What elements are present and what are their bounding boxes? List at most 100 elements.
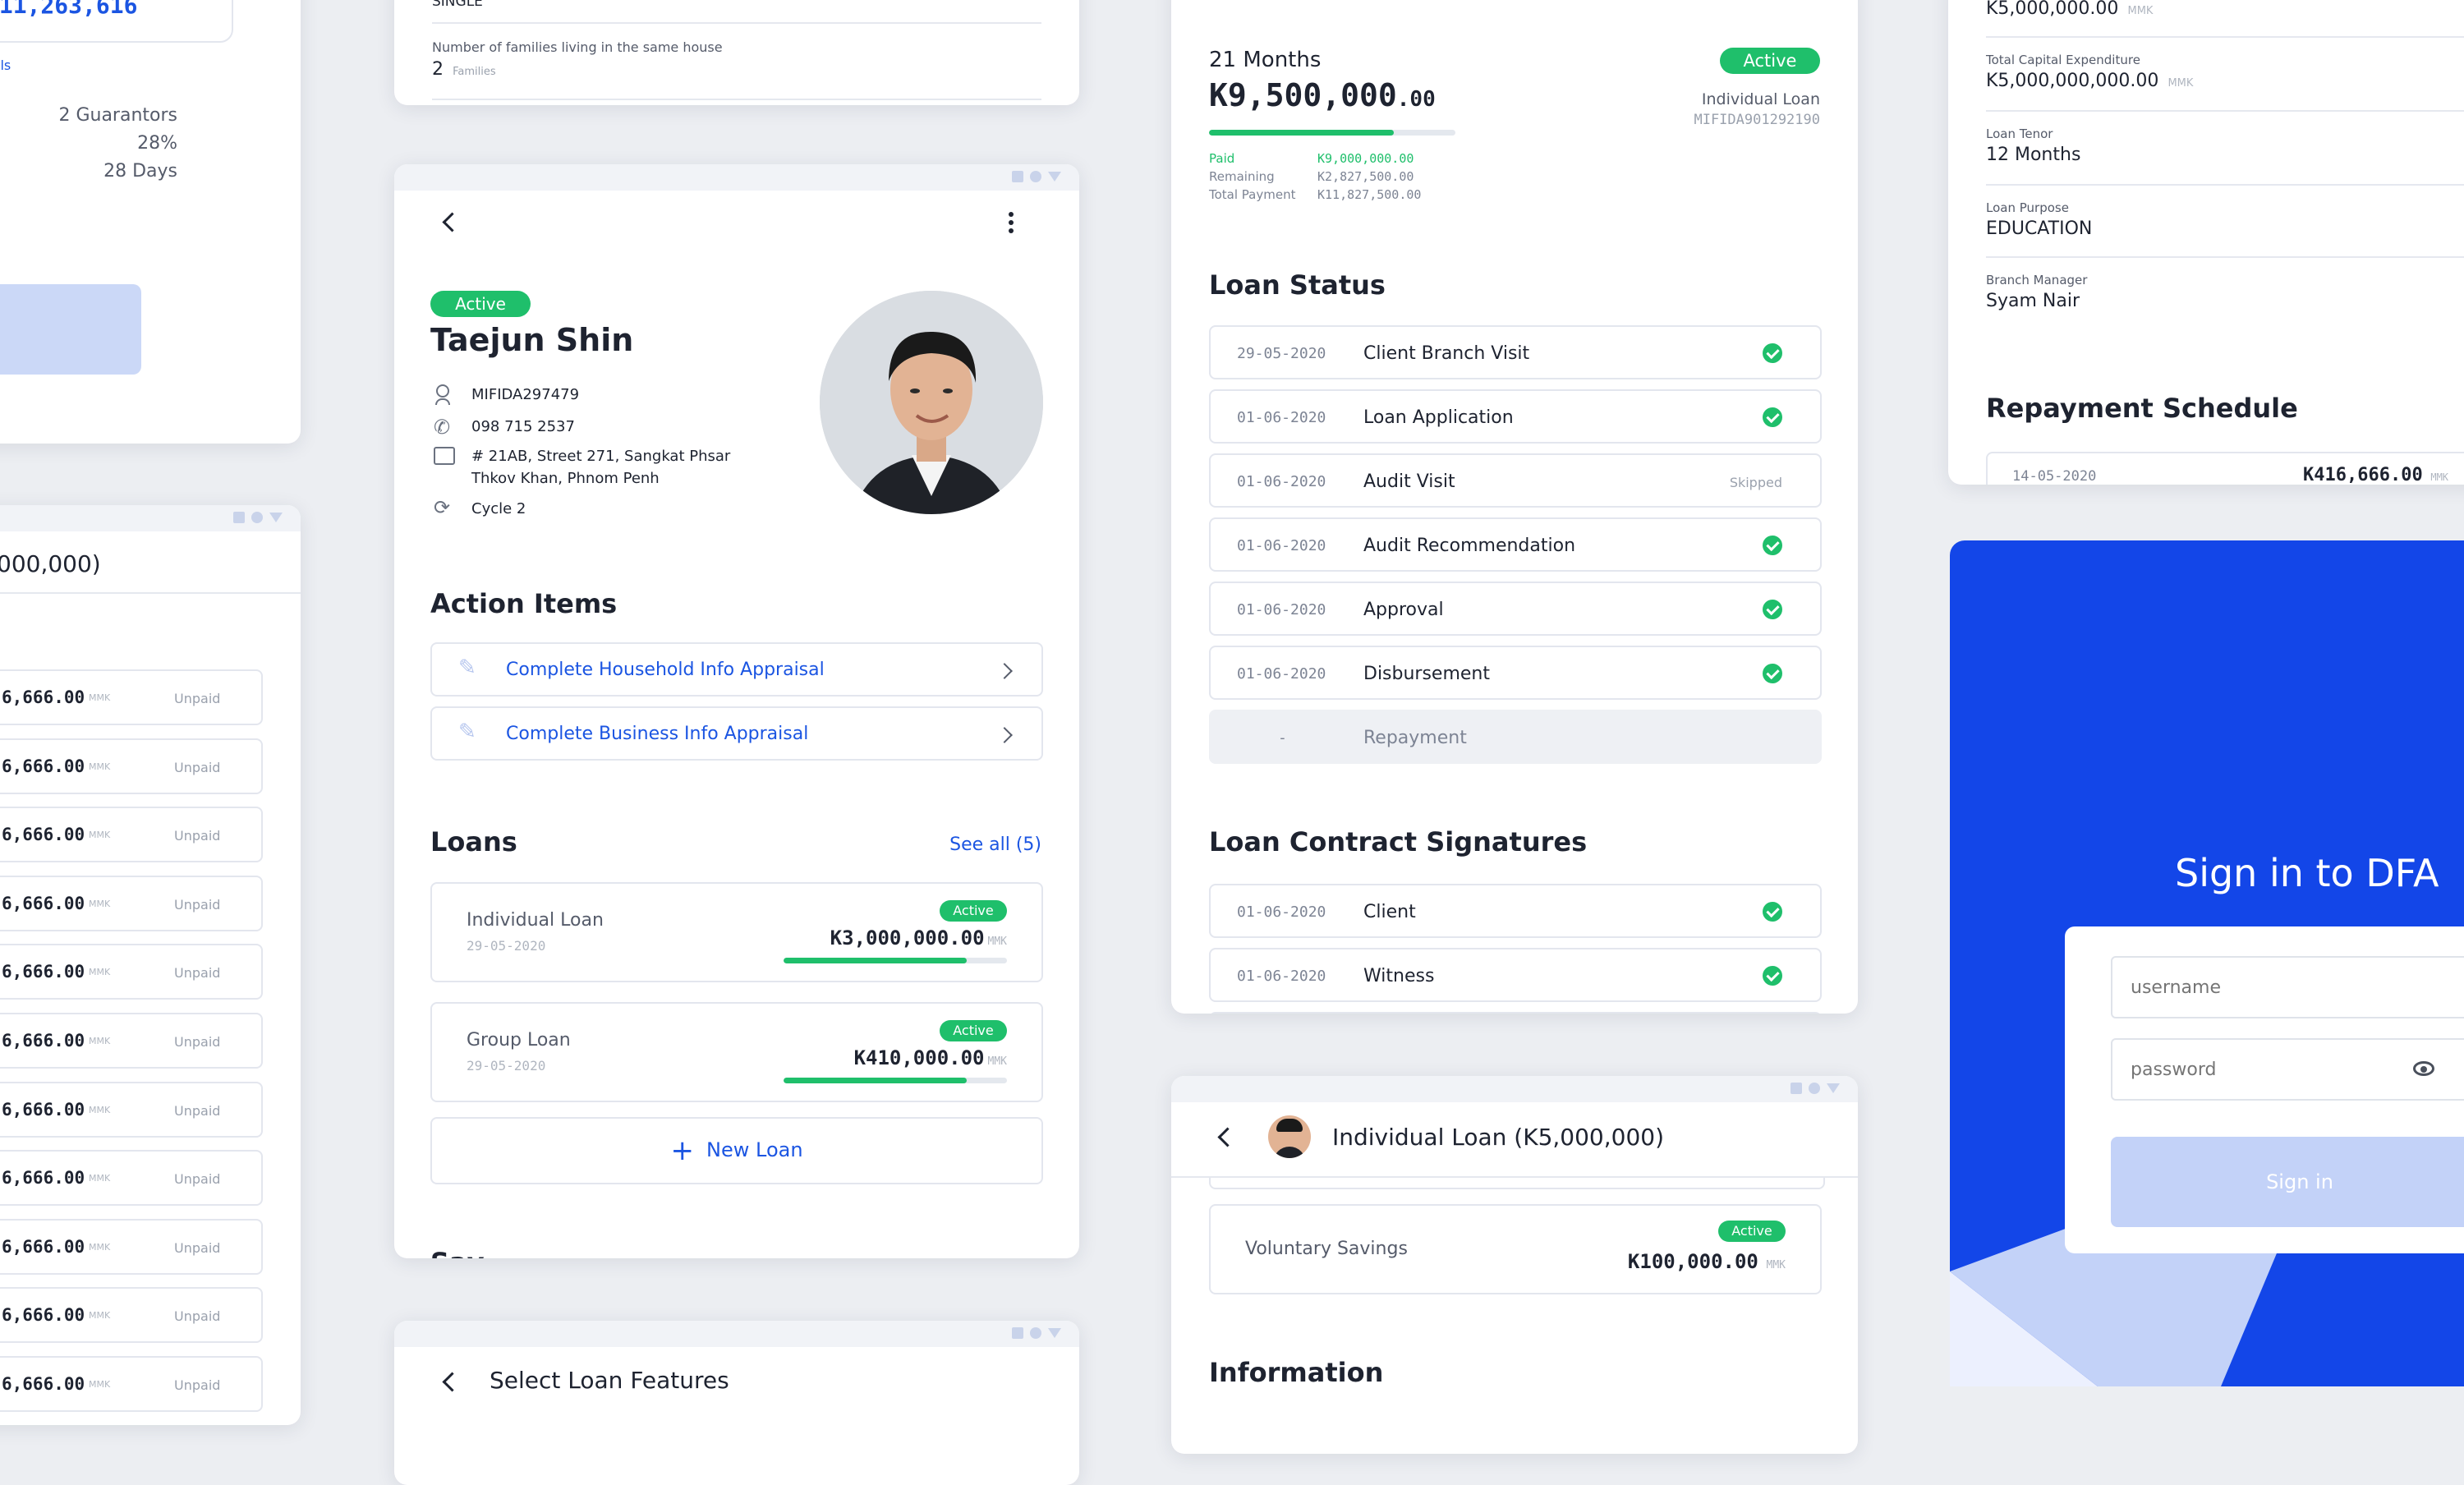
savings-label: Voluntary Savings — [1245, 1239, 1408, 1259]
savings-status: Active — [1718, 1221, 1786, 1242]
address-line2: Thkov Khan, Phnom Penh — [471, 470, 660, 487]
repayment-row[interactable]: 6,666.00 MMK Unpaid — [0, 807, 263, 863]
savings-value: K100,000.00 — [1627, 1250, 1758, 1273]
status-step[interactable]: 01-06-2020 Audit Recommendation — [1209, 517, 1822, 572]
row-amount: 6,666.00 — [2, 756, 85, 776]
step-label: Audit Visit — [1363, 471, 1455, 492]
action-item[interactable]: ✎ Complete Household Info Appraisal — [430, 642, 1043, 697]
new-loan-label: New Loan — [706, 1138, 803, 1161]
action-button[interactable] — [0, 284, 141, 375]
action-items-heading: Action Items — [430, 588, 618, 619]
status-step[interactable]: 01-06-2020 Loan Application — [1209, 389, 1822, 444]
person-icon — [435, 384, 450, 405]
signature-date: 01-06-2020 — [1237, 968, 1326, 985]
action-item-label: Complete Business Info Appraisal — [506, 724, 809, 744]
chevron-right-icon — [996, 727, 1013, 743]
client-id: MIFIDA297479 — [471, 386, 580, 403]
details-link[interactable]: ils — [0, 57, 11, 73]
username-input[interactable] — [2111, 956, 2464, 1018]
divider — [1986, 36, 2464, 38]
cut-row — [1209, 1012, 1822, 1014]
repayment-row[interactable]: 6,666.00 MMK Unpaid — [0, 1081, 263, 1138]
amount-cents: .00 — [1396, 87, 1436, 112]
check-icon — [1763, 536, 1782, 555]
eye-icon[interactable] — [2413, 1061, 2434, 1076]
status-step[interactable]: 01-06-2020 Disbursement — [1209, 646, 1822, 700]
check-icon — [1763, 407, 1782, 427]
row-currency: MMK — [89, 761, 111, 772]
signin-button[interactable]: Sign in — [2111, 1137, 2464, 1227]
schedule-row[interactable]: 14-05-2020 K416,666.00 MMK — [1986, 452, 2464, 485]
household-card: SINGLE Number of families living in the … — [394, 0, 1079, 105]
repayment-row[interactable]: 6,666.00 MMK Unpaid — [0, 1150, 263, 1207]
client-profile-card: Active Taejun Shin MIFIDA297479 ✆ 098 71… — [394, 164, 1079, 1258]
password-input[interactable] — [2111, 1038, 2464, 1101]
window-bar — [0, 505, 301, 531]
status-step[interactable]: - Repayment — [1209, 710, 1822, 764]
client-cycle: Cycle 2 — [471, 500, 526, 517]
row-status: Unpaid — [174, 896, 221, 913]
loan-status-badge: Active — [940, 900, 1007, 922]
paid-label: Paid — [1209, 151, 1235, 166]
repayment-row[interactable]: 6,666.00 MMK Unpaid — [0, 738, 263, 794]
progress-fill — [1209, 130, 1394, 136]
check-icon — [1763, 343, 1782, 363]
repayment-row[interactable]: 6,666.00 MMK Unpaid — [0, 875, 263, 931]
row-status: Unpaid — [174, 1102, 221, 1119]
loan-type: Individual Loan — [1701, 90, 1820, 108]
status-step[interactable]: 01-06-2020 Audit Visit Skipped — [1209, 453, 1822, 508]
more-options-icon[interactable] — [1009, 212, 1014, 233]
row-status: Unpaid — [174, 1239, 221, 1256]
families-value: 2 Families — [432, 59, 496, 80]
row-currency: MMK — [89, 1173, 111, 1184]
chevron-right-icon — [996, 663, 1013, 679]
back-icon[interactable] — [442, 1372, 462, 1392]
avatar-photo — [820, 291, 1043, 514]
loan-info-card: K5,000,000.00 MMK Total Capital Expendit… — [1948, 0, 2464, 485]
status-badge: Active — [1720, 48, 1820, 74]
loan-row[interactable]: Group Loan 29-05-2020 Active K410,000.00 MMK — [430, 1002, 1043, 1102]
window-bar — [394, 1321, 1079, 1347]
status-step[interactable]: 01-06-2020 Approval — [1209, 582, 1822, 636]
repayment-row[interactable]: 6,666.00 MMK Unpaid — [0, 1013, 263, 1069]
row-currency: MMK — [89, 1379, 111, 1390]
see-all-link[interactable]: See all (5) — [949, 834, 1041, 855]
back-icon[interactable] — [442, 212, 462, 232]
loan-id: MIFIDA901292190 — [1694, 112, 1820, 128]
signin-panel: Sign in to DFA Sign in — [1950, 540, 2464, 1386]
loan-progress — [784, 958, 1007, 963]
signature-row[interactable]: 01-06-2020 Client — [1209, 884, 1822, 938]
row-status: Unpaid — [174, 965, 221, 982]
divider — [432, 99, 1041, 100]
status-step[interactable]: 29-05-2020 Client Branch Visit — [1209, 325, 1822, 379]
loan-row[interactable]: Individual Loan 29-05-2020 Active K3,000,00… — [430, 882, 1043, 982]
step-label: Client Branch Visit — [1363, 343, 1530, 364]
avatar — [820, 291, 1043, 514]
top-value: K5,000,000.00 MMK — [1986, 0, 2153, 19]
client-name: Taejun Shin — [430, 322, 634, 358]
signature-row[interactable]: 01-06-2020 Witness — [1209, 948, 1822, 1002]
new-loan-button[interactable]: + New Loan — [430, 1117, 1043, 1184]
step-date: 01-06-2020 — [1237, 473, 1326, 490]
tenor-label: Loan Tenor — [1986, 126, 2053, 141]
capex-label: Total Capital Expenditure — [1986, 53, 2140, 67]
currency: MMK — [2127, 5, 2154, 17]
savings-row[interactable]: Voluntary Savings Active K100,000.00 MMK — [1209, 1204, 1822, 1294]
repayment-row[interactable]: 6,666.00 MMK Unpaid — [0, 669, 263, 725]
action-item[interactable]: ✎ Complete Business Info Appraisal — [430, 706, 1043, 761]
loan-amount: K9,500,000.00 — [1209, 77, 1436, 113]
select-features-card: Select Loan Features — [394, 1321, 1079, 1485]
cut-row — [1209, 1178, 1825, 1189]
loan-detail-card: 21 Months Active K9,500,000.00 Individua… — [1171, 0, 1858, 1014]
repayment-row[interactable]: 6,666.00 MMK Unpaid — [0, 1218, 263, 1275]
row-status: Unpaid — [174, 691, 221, 706]
remaining-label: Remaining — [1209, 169, 1275, 184]
repayment-row[interactable]: 6,666.00 MMK Unpaid — [0, 944, 263, 1000]
signin-form: Sign in — [2065, 926, 2464, 1253]
repayment-row[interactable]: 6,666.00 MMK Unpaid — [0, 1287, 263, 1344]
row-amount: 6,666.00 — [2, 1168, 85, 1188]
repayment-row[interactable]: 6,666.00 MMK Unpaid — [0, 1356, 263, 1412]
check-icon — [1763, 902, 1782, 922]
back-icon[interactable] — [1217, 1127, 1238, 1147]
loan-amount-value: K410,000.00 — [853, 1046, 985, 1069]
